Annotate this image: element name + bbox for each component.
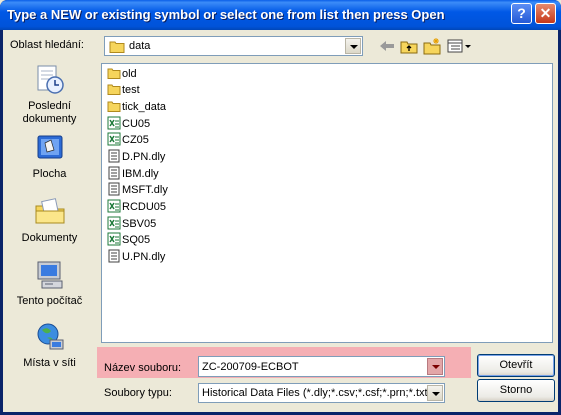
chevron-down-icon[interactable]	[345, 38, 361, 54]
place-network[interactable]: Místa v síti	[6, 320, 93, 370]
folder-icon	[107, 101, 121, 112]
file-type-label: Soubory typu:	[104, 387, 172, 399]
my-documents-icon	[35, 198, 64, 224]
excel-file-icon	[107, 232, 121, 246]
file-name: IBM.dly	[122, 168, 159, 180]
up-folder-icon[interactable]	[399, 37, 419, 55]
file-name: test	[122, 84, 140, 96]
file-list[interactable]: old test tick_data CU05 CZ05 D.PN.dly IB…	[101, 63, 553, 343]
place-my-computer[interactable]: Tento počítač	[6, 258, 93, 308]
network-places-icon	[37, 323, 63, 350]
place-label: Tento počítač	[16, 295, 83, 307]
look-in-label: Oblast hledání:	[10, 39, 84, 51]
file-name: SBV05	[122, 218, 157, 230]
file-name-input[interactable]: ZC-200709-ECBOT	[198, 356, 445, 377]
document-icon	[108, 149, 120, 163]
cancel-button[interactable]: Storno	[477, 379, 555, 402]
file-name-label: Název souboru:	[104, 362, 182, 374]
file-name: D.PN.dly	[122, 151, 166, 163]
file-name: CZ05	[122, 134, 149, 146]
dialog-body: Oblast hledání: data Poslední dokumenty …	[3, 30, 558, 412]
chevron-down-icon[interactable]	[427, 385, 443, 401]
help-button[interactable]: ?	[511, 3, 532, 24]
file-name-value: ZC-200709-ECBOT	[202, 361, 299, 373]
places-bar: Poslední dokumenty Plocha Dokumenty Tent…	[6, 63, 93, 409]
file-name: RCDU05	[122, 201, 167, 213]
window-title: Type a NEW or existing symbol or select …	[7, 7, 445, 22]
excel-file-icon	[107, 199, 121, 213]
look-in-value: data	[129, 40, 151, 52]
file-type-dropdown[interactable]: Historical Data Files (*.dly;*.csv;*.csf…	[198, 383, 445, 403]
open-button[interactable]: Otevřít	[477, 354, 555, 377]
place-my-documents[interactable]: Dokumenty	[6, 195, 93, 245]
place-label: Plocha	[32, 168, 67, 180]
folder-icon	[109, 41, 125, 53]
file-name: SQ05	[122, 234, 151, 246]
place-label: Poslední dokumenty	[22, 100, 77, 125]
desktop-icon	[37, 135, 62, 159]
file-name: tick_data	[122, 101, 167, 113]
view-menu-icon[interactable]	[446, 37, 472, 55]
close-button[interactable]: ✕	[535, 3, 556, 24]
back-arrow-icon[interactable]	[377, 37, 397, 55]
recent-documents-icon	[37, 65, 64, 94]
file-type-value: Historical Data Files (*.dly;*.csv;*.csf…	[202, 387, 432, 399]
excel-file-icon	[107, 132, 121, 146]
open-file-dialog: Type a NEW or existing symbol or select …	[0, 0, 561, 415]
excel-file-icon	[107, 216, 121, 230]
chevron-down-icon[interactable]	[427, 358, 443, 375]
document-icon	[108, 182, 120, 196]
file-name: CU05	[122, 118, 151, 130]
place-label: Dokumenty	[21, 232, 78, 244]
file-name: MSFT.dly	[122, 184, 168, 196]
my-computer-icon	[37, 261, 62, 289]
place-label: Místa v síti	[23, 357, 76, 369]
file-name: U.PN.dly	[122, 251, 166, 263]
place-desktop[interactable]: Plocha	[6, 131, 93, 181]
help-icon: ?	[517, 5, 526, 21]
document-icon	[108, 249, 120, 263]
folder-icon	[107, 68, 121, 79]
folder-icon	[107, 84, 121, 95]
look-in-dropdown[interactable]: data	[104, 36, 363, 56]
new-folder-icon[interactable]	[422, 37, 442, 55]
close-icon: ✕	[539, 5, 552, 21]
title-bar[interactable]: Type a NEW or existing symbol or select …	[0, 0, 561, 30]
excel-file-icon	[107, 116, 121, 130]
place-recent-documents[interactable]: Poslední dokumenty	[6, 63, 93, 126]
document-icon	[108, 166, 120, 180]
file-name: old	[122, 68, 137, 80]
